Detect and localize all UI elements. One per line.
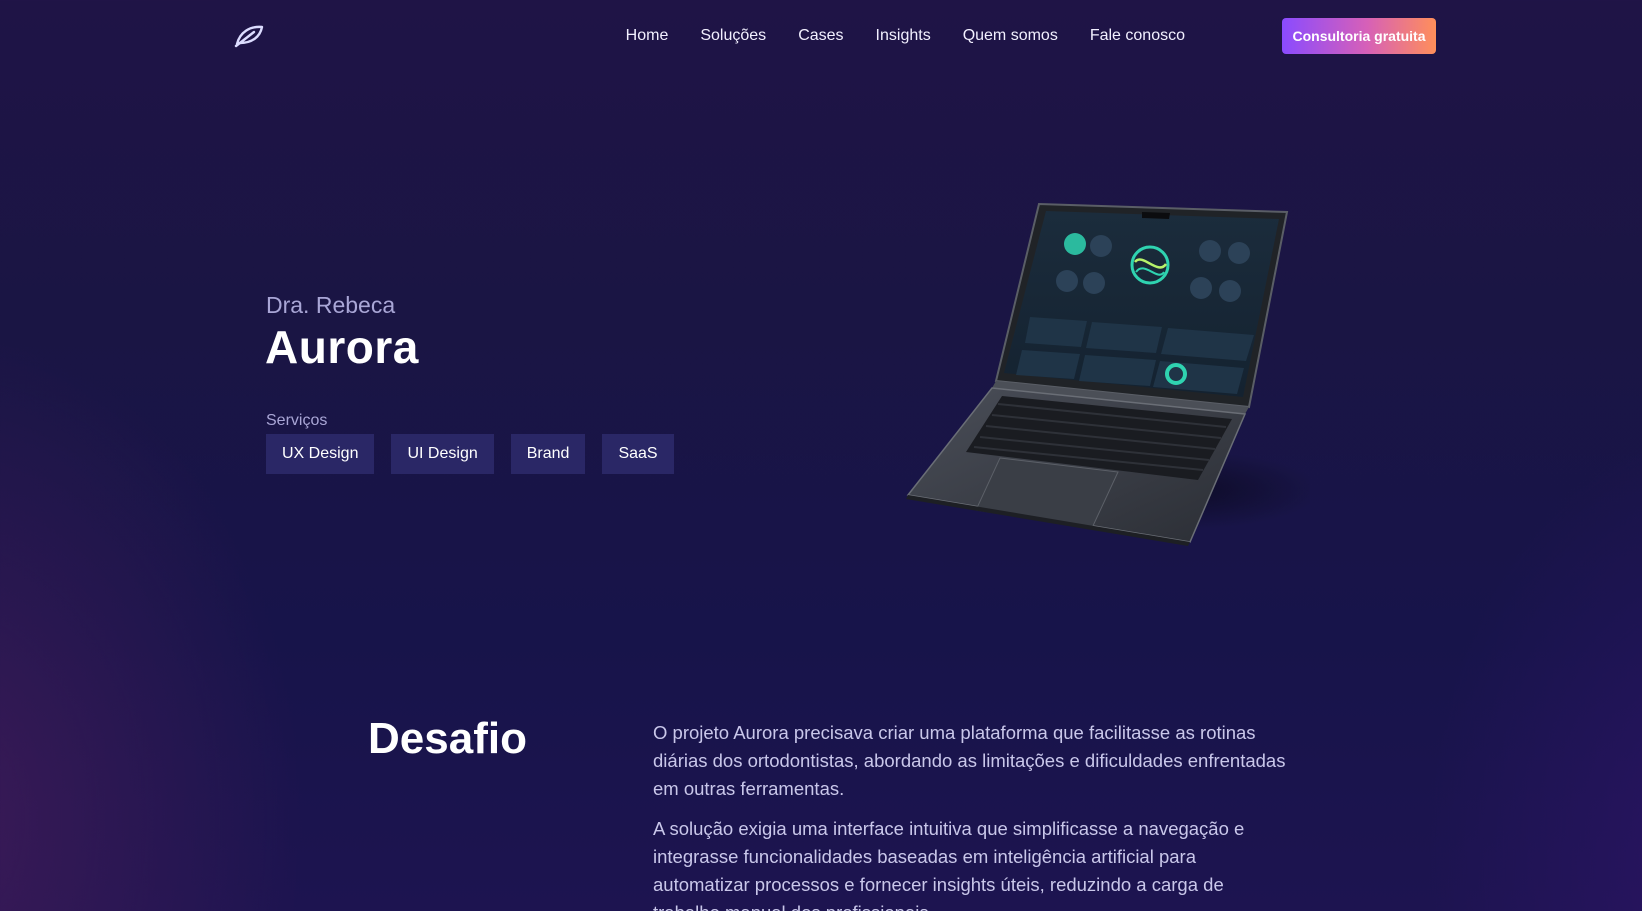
nav-link-insights[interactable]: Insights: [876, 27, 931, 45]
nav-link-solucoes[interactable]: Soluções: [700, 27, 766, 45]
challenge-body: O projeto Aurora precisava criar uma pla…: [653, 719, 1293, 911]
challenge-title: Desafio: [368, 714, 527, 763]
service-tags: UX Design UI Design Brand SaaS: [266, 434, 674, 474]
tag-ui-design: UI Design: [391, 434, 494, 474]
laptop-mockup-icon: [880, 190, 1320, 580]
tag-ux-design: UX Design: [266, 434, 375, 474]
services-label: Serviços: [266, 412, 328, 429]
nav-link-fale-conosco[interactable]: Fale conosco: [1090, 27, 1185, 45]
challenge-paragraph: A solução exigia uma interface intuitiva…: [653, 818, 1245, 911]
nav-links: Home Soluções Cases Insights Quem somos …: [626, 18, 1185, 54]
nav-link-home[interactable]: Home: [626, 27, 669, 45]
project-title: Aurora: [265, 321, 419, 373]
nav-link-cases[interactable]: Cases: [798, 27, 843, 45]
client-name: Dra. Rebeca: [266, 292, 396, 318]
tag-saas: SaaS: [602, 434, 674, 474]
nav-link-quem-somos[interactable]: Quem somos: [963, 27, 1058, 45]
challenge-paragraph: O projeto Aurora precisava criar uma pla…: [653, 722, 1286, 799]
leaf-logo-icon[interactable]: [234, 24, 264, 48]
free-consultation-button[interactable]: Consultoria gratuita: [1282, 18, 1436, 54]
tag-brand: Brand: [510, 434, 586, 474]
top-navigation: Home Soluções Cases Insights Quem somos …: [0, 18, 1642, 54]
